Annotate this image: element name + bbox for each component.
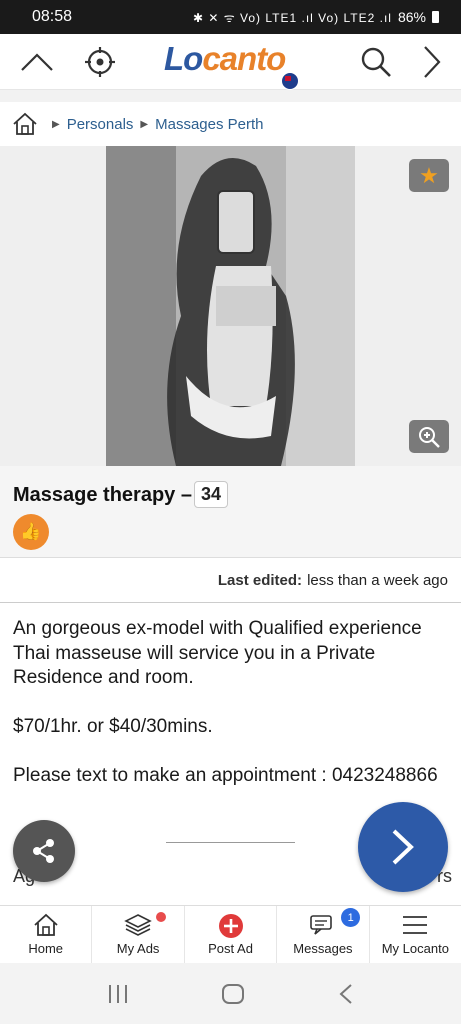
messages-badge: 1 xyxy=(341,908,361,927)
status-right: ✱ ✕ ᯤ Vo) LTE1 .ıl Vo) LTE2 .ıl 86% xyxy=(193,9,439,26)
last-edited-value: less than a week ago xyxy=(307,572,448,589)
nav-messages[interactable]: 1 Messages xyxy=(277,906,370,964)
logo-part-blue: Lo xyxy=(164,40,203,77)
description-price: $70/1hr. or $40/30mins. xyxy=(13,716,213,737)
age-badge: 34 xyxy=(194,481,228,508)
battery-level: 86% xyxy=(397,9,426,25)
like-button[interactable]: 👍 xyxy=(13,514,49,550)
notification-dot xyxy=(156,912,167,922)
listing-title: Massage therapy – xyxy=(13,484,192,506)
breadcrumb: ▶ Personals ▶ Massages Perth xyxy=(0,102,461,146)
section-divider xyxy=(166,842,295,843)
nav-my-ads-label: My Ads xyxy=(116,941,160,956)
status-time: 08:58 xyxy=(32,8,73,25)
home-icon[interactable] xyxy=(12,112,38,136)
nav-post-ad[interactable]: Post Ad xyxy=(185,906,278,964)
nav-messages-label: Messages xyxy=(293,941,353,956)
next-ad-header-button[interactable] xyxy=(410,42,454,82)
australia-flag-icon xyxy=(281,72,299,90)
location-button[interactable] xyxy=(78,42,122,82)
breadcrumb-personals[interactable]: Personals xyxy=(67,116,134,133)
status-bar: 08:58 ✱ ✕ ᯤ Vo) LTE1 .ıl Vo) LTE2 .ıl 86… xyxy=(0,0,461,34)
plus-circle-icon xyxy=(218,914,243,938)
crosshair-icon xyxy=(85,47,115,77)
breadcrumb-arrow-icon: ▶ xyxy=(140,118,149,130)
app-header: Locanto xyxy=(0,34,461,90)
locanto-logo[interactable]: Locanto xyxy=(164,40,286,78)
zoom-in-icon xyxy=(419,426,440,448)
last-edited-label: Last edited: xyxy=(217,572,303,589)
listing-photo[interactable] xyxy=(106,146,355,466)
menu-icon xyxy=(403,916,428,934)
stack-icon xyxy=(124,914,152,936)
thumbs-up-icon: 👍 xyxy=(20,522,42,541)
signal-icons: ✱ ✕ ᯤ Vo) LTE1 .ıl Vo) LTE2 .ıl xyxy=(192,10,392,25)
nav-post-ad-label: Post Ad xyxy=(208,941,253,956)
recent-apps-icon[interactable] xyxy=(106,983,130,1005)
search-button[interactable] xyxy=(354,42,398,82)
description-paragraph: An gorgeous ex-model with Qualified expe… xyxy=(13,618,422,688)
description-contact: Please text to make an appointment : 042… xyxy=(13,765,438,786)
listing-description: An gorgeous ex-model with Qualified expe… xyxy=(13,617,453,813)
star-icon: ★ xyxy=(419,162,439,188)
search-icon xyxy=(361,47,391,77)
nav-my-locanto[interactable]: My Locanto xyxy=(370,906,461,964)
android-nav-bar xyxy=(0,963,461,1024)
battery-icon xyxy=(432,11,439,23)
chat-icon xyxy=(310,915,332,935)
header-spacer xyxy=(0,90,461,102)
scroll-up-button[interactable] xyxy=(15,42,59,82)
back-icon[interactable] xyxy=(337,983,355,1005)
logo-part-orange: canto xyxy=(202,40,286,77)
listing-image-area: ★ xyxy=(0,146,461,466)
share-icon xyxy=(33,839,54,863)
home-icon xyxy=(34,913,58,936)
chevron-right-icon xyxy=(392,829,414,865)
next-listing-button[interactable] xyxy=(358,802,448,892)
share-button[interactable] xyxy=(13,820,75,882)
nav-my-locanto-label: My Locanto xyxy=(381,941,449,956)
nav-my-ads[interactable]: My Ads xyxy=(92,906,185,964)
bottom-nav: Home My Ads Post Ad 1 Messages My Locant… xyxy=(0,905,461,964)
nav-home-label: Home xyxy=(28,941,64,956)
chevron-up-icon xyxy=(21,53,53,71)
favorite-button[interactable]: ★ xyxy=(409,159,449,192)
zoom-button[interactable] xyxy=(409,420,449,453)
last-edited: Last edited: less than a week ago xyxy=(0,559,461,603)
breadcrumb-arrow-icon: ▶ xyxy=(52,118,60,130)
photo-illustration xyxy=(106,146,355,466)
nav-home[interactable]: Home xyxy=(0,906,93,964)
listing-title-area: Massage therapy – 34 👍 xyxy=(0,466,461,558)
home-button-icon[interactable] xyxy=(221,983,245,1005)
chevron-right-icon xyxy=(424,46,441,78)
breadcrumb-massages-perth[interactable]: Massages Perth xyxy=(155,116,263,133)
